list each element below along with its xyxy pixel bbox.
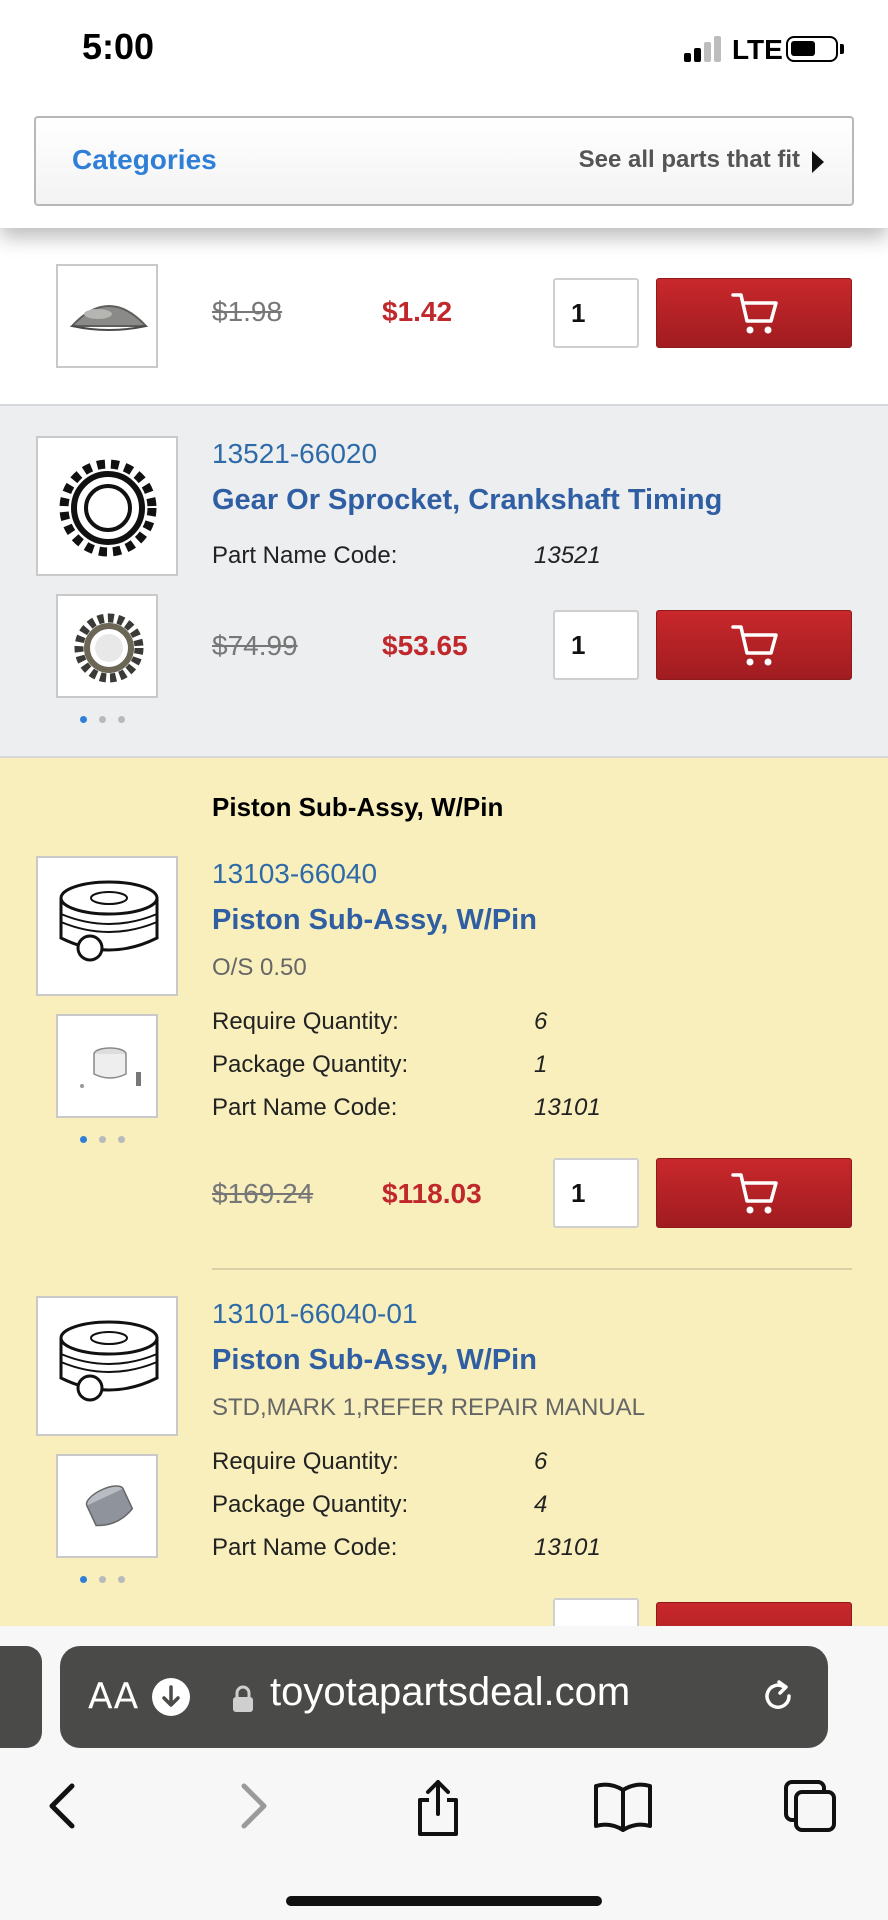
image-carousel-dots[interactable] <box>80 1136 125 1143</box>
piston-photo <box>85 1485 134 1527</box>
aa-label: AA <box>88 1676 139 1717</box>
part-title-link[interactable]: Piston Sub-Assy, W/Pin <box>212 904 537 937</box>
cart-icon <box>731 625 778 666</box>
item-divider <box>212 1268 852 1270</box>
part-subtitle: O/S 0.50 <box>212 954 307 981</box>
part-number-link[interactable]: 13521-66020 <box>212 438 377 470</box>
categories-bar[interactable]: Categories See all parts that fit <box>34 116 854 206</box>
part-thumbnail[interactable] <box>56 1014 158 1118</box>
piston-image <box>59 1320 159 1402</box>
part-thumbnail[interactable] <box>56 264 158 368</box>
piston-photo <box>80 1047 141 1088</box>
network-label: LTE <box>732 34 783 65</box>
part-row: $1.98 $1.42 1 <box>0 228 888 404</box>
add-to-cart-button[interactable] <box>656 1158 852 1228</box>
part-row: 13521-66020 Gear Or Sprocket, Crankshaft… <box>0 404 888 758</box>
part-number-link[interactable]: 13101-66040-01 <box>212 1298 418 1330</box>
see-all-parts-link[interactable]: See all parts that fit <box>579 146 800 174</box>
quantity-input[interactable]: 1 <box>553 610 639 680</box>
battery-cap <box>840 44 844 54</box>
battery-icon <box>786 36 838 62</box>
sale-price: $1.42 <box>382 296 453 327</box>
spec-label: Require Quantity: <box>212 1448 399 1475</box>
categories-link[interactable]: Categories <box>72 144 217 176</box>
part-main-image[interactable] <box>36 436 178 576</box>
image-carousel-dots[interactable] <box>80 1576 125 1583</box>
list-price: $169.24 <box>212 1178 314 1209</box>
spec-label: Package Quantity: <box>212 1051 409 1078</box>
list-price: $1.98 <box>212 296 283 327</box>
list-price: $74.99 <box>212 630 298 661</box>
download-arrow <box>162 1685 180 1707</box>
part-main-image[interactable] <box>36 1296 178 1436</box>
categories-header: Categories See all parts that fit <box>0 100 888 228</box>
caret-right-icon <box>812 151 824 173</box>
part-number-link[interactable]: 13103-66040 <box>212 858 377 890</box>
status-bar: 5:00 LTE <box>0 0 888 100</box>
spec-value: 13521 <box>534 542 601 569</box>
part-group: Piston Sub-Assy, W/Pin 13103-66040 Pisto… <box>0 758 888 1672</box>
forward-icon[interactable] <box>232 1776 276 1836</box>
quantity-input[interactable]: 1 <box>553 1158 639 1228</box>
spec-label: Part Name Code: <box>212 542 398 569</box>
part-subtitle: STD,MARK 1,REFER REPAIR MANUAL <box>212 1394 645 1421</box>
address-bar[interactable]: AA toyotapartsdeal.com <box>60 1646 828 1748</box>
download-icon[interactable] <box>152 1678 190 1716</box>
signal-icon <box>684 36 724 62</box>
status-time: 5:00 <box>82 26 155 67</box>
sale-price: $53.65 <box>382 630 468 661</box>
sprocket-image <box>59 459 157 557</box>
reload-icon[interactable] <box>758 1676 798 1716</box>
spec-label: Part Name Code: <box>212 1094 398 1121</box>
back-icon[interactable] <box>40 1776 84 1836</box>
piston-image <box>59 880 159 962</box>
spec-value: 13101 <box>534 1534 601 1561</box>
spec-value: 13101 <box>534 1094 601 1121</box>
cart-icon <box>731 1173 778 1214</box>
part-main-image[interactable] <box>36 856 178 996</box>
home-indicator[interactable] <box>286 1896 602 1906</box>
part-title-link[interactable]: Gear Or Sprocket, Crankshaft Timing <box>212 484 722 517</box>
quantity-input[interactable]: 1 <box>553 278 639 348</box>
browser-chrome: AA toyotapartsdeal.com <box>0 1626 888 1920</box>
tabs-icon[interactable] <box>780 1776 840 1836</box>
reader-settings-button[interactable]: AA <box>88 1676 138 1717</box>
lock-icon <box>233 1685 253 1712</box>
group-title: Piston Sub-Assy, W/Pin <box>212 792 504 822</box>
add-to-cart-button[interactable] <box>656 278 852 348</box>
sprocket-photo <box>74 613 144 683</box>
spec-value: 1 <box>534 1051 548 1078</box>
cart-icon <box>731 293 778 334</box>
spec-label: Require Quantity: <box>212 1008 399 1035</box>
part-title-link[interactable]: Piston Sub-Assy, W/Pin <box>212 1344 537 1377</box>
bookmarks-icon[interactable] <box>590 1776 656 1836</box>
image-carousel-dots[interactable] <box>80 716 125 723</box>
add-to-cart-button[interactable] <box>656 610 852 680</box>
spec-value: 6 <box>534 1448 548 1475</box>
spec-value: 4 <box>534 1491 548 1518</box>
share-icon[interactable] <box>410 1776 466 1840</box>
woodruff-key-image <box>69 305 149 331</box>
part-thumbnail[interactable] <box>56 594 158 698</box>
url-text[interactable]: toyotapartsdeal.com <box>270 1670 630 1715</box>
browser-toolbar <box>0 1776 888 1866</box>
part-thumbnail[interactable] <box>56 1454 158 1558</box>
spec-label: Package Quantity: <box>212 1491 409 1518</box>
sale-price: $118.03 <box>382 1178 482 1209</box>
spec-value: 6 <box>534 1008 548 1035</box>
spec-label: Part Name Code: <box>212 1534 398 1561</box>
previous-tab-peek[interactable] <box>0 1646 42 1748</box>
